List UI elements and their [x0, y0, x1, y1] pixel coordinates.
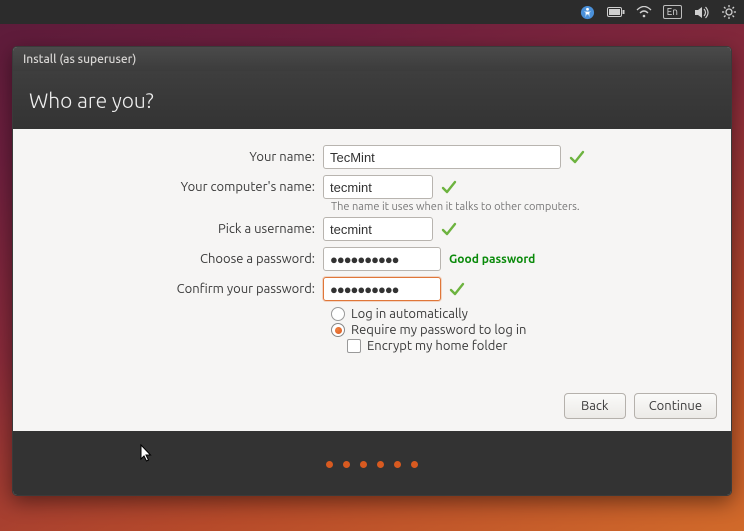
radio-label: Require my password to log in — [351, 323, 526, 337]
login-options: Log in automatically Require my password… — [331, 307, 731, 353]
form-area: Your name: Your computer's name: The nam… — [13, 129, 731, 431]
installer-window: Install (as superuser) Who are you? Your… — [12, 46, 732, 496]
password-input[interactable] — [323, 247, 441, 271]
system-topbar: En — [0, 0, 744, 24]
computer-name-hint: The name it uses when it talks to other … — [331, 201, 731, 213]
password-label: Choose a password: — [13, 252, 323, 266]
progress-dot — [394, 461, 401, 468]
password-strength: Good password — [449, 253, 535, 266]
name-input[interactable] — [323, 145, 561, 169]
network-icon[interactable] — [635, 3, 653, 21]
confirm-password-input[interactable] — [323, 277, 441, 301]
check-icon — [441, 221, 457, 237]
gear-icon[interactable] — [720, 3, 738, 21]
progress-dot — [343, 461, 350, 468]
username-label: Pick a username: — [13, 222, 323, 236]
nav-buttons: Back Continue — [564, 393, 717, 419]
window-titlebar: Install (as superuser) — [13, 47, 731, 71]
progress-dot — [326, 461, 333, 468]
radio-icon — [331, 307, 345, 321]
progress-dot — [360, 461, 367, 468]
checkbox-label: Encrypt my home folder — [367, 339, 507, 353]
progress-dot — [411, 461, 418, 468]
progress-dots — [326, 461, 418, 468]
progress-footer — [13, 431, 731, 496]
username-input[interactable] — [323, 217, 433, 241]
continue-button[interactable]: Continue — [634, 393, 717, 419]
computer-name-input[interactable] — [323, 175, 433, 199]
check-icon — [441, 179, 457, 195]
checkbox-icon — [347, 339, 361, 353]
confirm-password-label: Confirm your password: — [13, 282, 323, 296]
page-header: Who are you? — [13, 71, 731, 129]
radio-require-password[interactable]: Require my password to log in — [331, 323, 731, 337]
window-title: Install (as superuser) — [23, 53, 136, 66]
battery-icon[interactable] — [607, 3, 625, 21]
page-title: Who are you? — [29, 88, 154, 112]
keyboard-lang-indicator[interactable]: En — [663, 5, 682, 19]
radio-icon — [331, 323, 345, 337]
progress-dot — [377, 461, 384, 468]
computer-name-label: Your computer's name: — [13, 180, 323, 194]
back-button[interactable]: Back — [564, 393, 626, 419]
radio-label: Log in automatically — [351, 307, 468, 321]
checkbox-encrypt-home[interactable]: Encrypt my home folder — [347, 339, 731, 353]
check-icon — [569, 149, 585, 165]
volume-icon[interactable] — [692, 3, 710, 21]
check-icon — [449, 281, 465, 297]
radio-auto-login[interactable]: Log in automatically — [331, 307, 731, 321]
name-label: Your name: — [13, 150, 323, 164]
accessibility-icon[interactable] — [579, 3, 597, 21]
